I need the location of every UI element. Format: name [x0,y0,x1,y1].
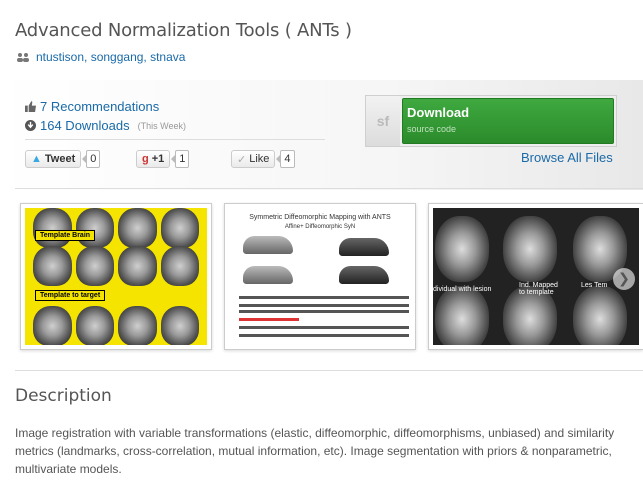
brain-image [160,306,199,345]
brain-image [435,216,489,282]
brain-image [33,208,72,248]
tweet-label: Tweet [44,153,76,165]
like-button[interactable]: ✓ Like [231,150,276,168]
slide-text-line [239,310,409,313]
downloads-period: (This Week) [137,120,186,131]
brain-row-3 [25,306,207,345]
screenshot-thumbnail-3[interactable]: dividual with lesion Ind. Mapped to temp… [428,203,643,350]
car-image [339,238,389,256]
checkmark-icon: ✓ [237,153,247,166]
slide-heading: Symmetric Diffeomorphic Mapping with ANT… [249,214,391,221]
slide-text-line [239,304,409,307]
slide-text-line [239,334,409,337]
gplus-button[interactable]: g +1 [136,150,171,168]
brain-row-2 [25,246,207,286]
brain-image [573,286,627,345]
brain-image [118,306,157,345]
tweet-widget: ▲ Tweet 0 [25,149,101,169]
gplus-widget: g +1 1 [136,149,190,169]
car-image [243,236,293,254]
gplus-count: 1 [171,150,190,168]
download-circle-icon [25,120,36,131]
chevron-right-icon[interactable]: ❯ [613,268,635,290]
like-count: 4 [276,150,295,168]
tweet-count: 0 [82,150,101,168]
brain-image [160,208,199,248]
tweet-button[interactable]: ▲ Tweet [25,150,82,168]
brain-image [503,216,557,282]
screenshot-thumbnail-1[interactable]: Template Brain Template to target [20,203,212,350]
template-brain-label: Template Brain [35,230,96,241]
like-label: Like [249,153,270,165]
lesion-caption: dividual with lesion [433,286,492,293]
twitter-bird-icon: ▲ [31,153,42,165]
slide-text-line [239,296,409,299]
stats-divider [25,139,325,140]
like-widget: ✓ Like 4 [231,149,295,169]
section-divider-top [15,188,643,189]
gplus-label: +1 [151,153,165,165]
download-box: sf Download source code [365,95,617,147]
brain-image [118,208,157,248]
screenshot-image-1: Template Brain Template to target [25,208,207,345]
template-caption: Les Tem [581,282,608,289]
thumbs-up-icon [25,101,36,112]
screenshot-image-3: dividual with lesion Ind. Mapped to temp… [433,208,639,345]
download-label: Download [407,105,470,120]
brain-image [75,208,114,248]
download-button[interactable]: Download source code [402,98,614,144]
brain-image [33,246,72,286]
brain-image [435,286,489,345]
sourceforge-logo: sf [366,96,400,146]
brain-image [160,246,199,286]
description-body: Image registration with variable transfo… [15,426,615,476]
authors-links[interactable]: ntustison, songgang, stnava [36,50,185,64]
slide-text-line [239,326,409,329]
screenshot-image-2: Symmetric Diffeomorphic Mapping with ANT… [229,208,411,345]
brain-image [75,246,114,286]
download-sublabel: source code [407,124,457,134]
description-heading: Description [15,386,112,406]
brain-image [33,306,72,345]
project-title: Advanced Normalization Tools ( ANTs ) [15,20,352,41]
brain-image [118,246,157,286]
downloads-link[interactable]: 164 Downloads [40,118,130,133]
screenshot-thumbnail-2[interactable]: Symmetric Diffeomorphic Mapping with ANT… [224,203,416,350]
brain-image [75,306,114,345]
browse-all-files-link[interactable]: Browse All Files [521,150,613,165]
car-image [243,266,293,284]
slide-subheading: Affine+ Diffeomorphic SyN [284,224,356,230]
mapped-caption: Ind. Mapped to template [519,282,558,296]
template-to-target-label: Template to target [35,290,106,301]
section-divider-bottom [15,370,643,371]
brain-row-1 [25,208,207,248]
gplus-icon: g [142,153,149,165]
authors-row: ntustison, songgang, stnava [16,50,185,64]
recommendations-link[interactable]: 7 Recommendations [40,99,159,114]
slide-text-line [239,318,299,321]
car-image [339,266,389,284]
recommendations-stat[interactable]: 7 Recommendations [25,99,159,114]
users-icon [17,53,29,62]
downloads-stat: 164 Downloads (This Week) [25,118,186,133]
